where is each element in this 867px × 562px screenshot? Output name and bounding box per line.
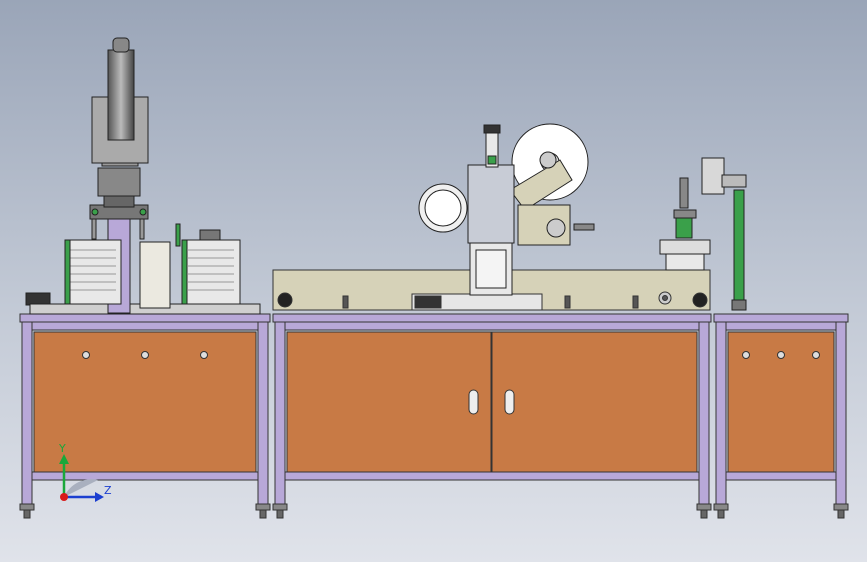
labeler-head [418, 123, 595, 296]
middle-door-left [286, 331, 492, 473]
cad-viewport[interactable]: Y Z [0, 0, 867, 562]
left-cabinet-knob-3 [200, 351, 208, 359]
machine-drawing: Y Z [19, 37, 849, 519]
sensor-block [25, 292, 51, 306]
middle-door-right [491, 331, 698, 473]
green-post [733, 189, 745, 305]
drive-roller-right [692, 292, 708, 308]
door-handle-left [468, 389, 479, 415]
left-cabinet-knob-1 [82, 351, 90, 359]
press-cylinder [107, 49, 135, 141]
y-axis-label: Y [58, 442, 66, 455]
right-cabinet [713, 313, 849, 519]
press-station [25, 37, 261, 315]
drive-roller-left [277, 292, 293, 308]
z-axis-label: Z [104, 484, 112, 497]
feeder-box [139, 241, 171, 309]
left-cabinet [19, 313, 271, 519]
labeler-body [467, 164, 515, 244]
press-motor-coupler [97, 167, 141, 197]
left-cabinet-knob-2 [141, 351, 149, 359]
door-handle-right [504, 389, 515, 415]
origin-point [60, 493, 68, 501]
camera-box [701, 157, 725, 195]
middle-cabinet [272, 313, 712, 519]
